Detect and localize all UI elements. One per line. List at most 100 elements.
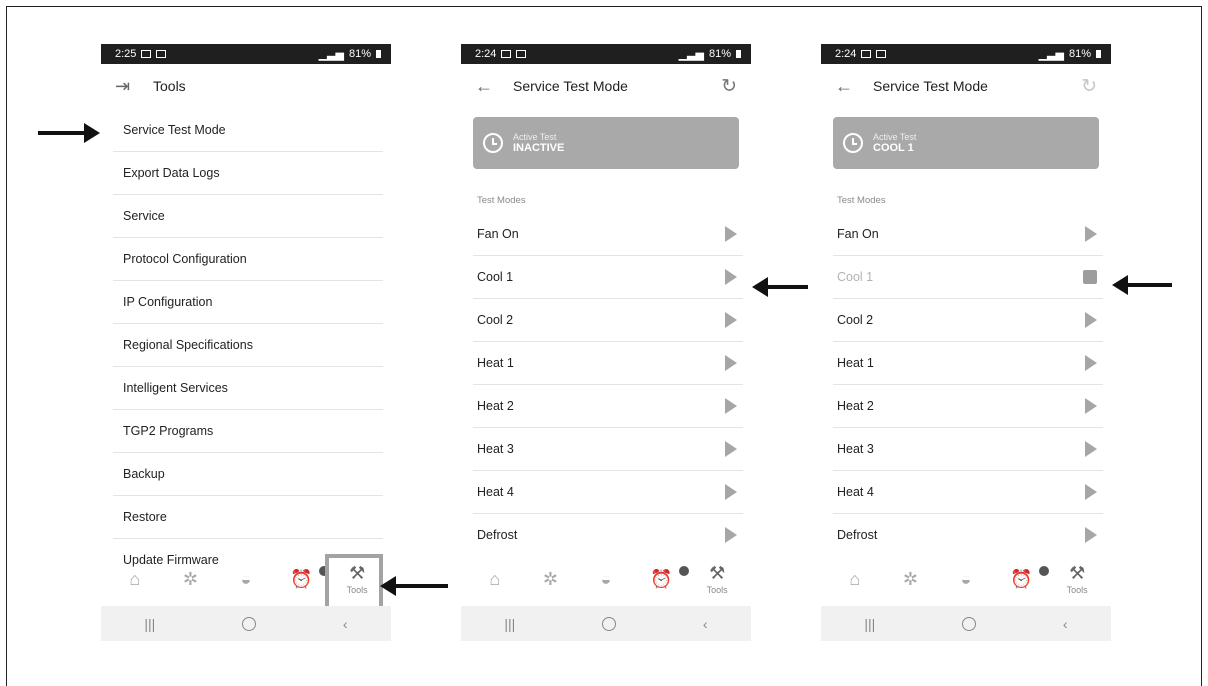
play-icon[interactable] xyxy=(1085,355,1097,371)
nav-tools[interactable]: ⚒ Tools xyxy=(697,563,737,595)
play-icon[interactable] xyxy=(725,269,737,285)
notification-icon xyxy=(861,50,872,58)
play-icon[interactable] xyxy=(1085,527,1097,543)
test-modes-list: Fan On Cool 1 Cool 2 Heat 1 Heat 2 Heat … xyxy=(461,213,751,556)
stop-icon[interactable] xyxy=(1083,270,1097,284)
refresh-icon[interactable]: ↻ xyxy=(721,75,737,98)
gauge-icon[interactable]: ◒ xyxy=(946,569,986,590)
home-button[interactable] xyxy=(962,616,977,631)
mode-label: Heat 3 xyxy=(477,442,514,456)
tools-icon: ⚒ xyxy=(709,563,726,583)
mode-label: Fan On xyxy=(477,227,519,241)
menu-item-restore[interactable]: Restore xyxy=(113,496,383,539)
back-button[interactable]: ‹ xyxy=(343,616,348,632)
play-icon[interactable] xyxy=(725,355,737,371)
menu-item-service-test-mode[interactable]: Service Test Mode xyxy=(113,109,383,152)
bottom-nav: ⌂ ✲ ◒ ⏰ ⚒ Tools xyxy=(461,554,751,604)
alarm-icon[interactable]: ⏰ xyxy=(1002,565,1049,590)
play-icon[interactable] xyxy=(725,312,737,328)
recents-button[interactable]: ||| xyxy=(504,616,515,632)
active-test-card: Active Test COOL 1 xyxy=(833,117,1099,169)
mode-label: Cool 1 xyxy=(837,270,874,284)
alarm-badge xyxy=(1038,565,1049,576)
mode-row-cool-1[interactable]: Cool 1 xyxy=(473,256,743,299)
active-test-card: Active Test INACTIVE xyxy=(473,117,739,169)
mode-row-heat-1[interactable]: Heat 1 xyxy=(473,342,743,385)
menu-item-backup[interactable]: Backup xyxy=(113,453,383,496)
gauge-icon[interactable]: ◒ xyxy=(226,569,266,590)
active-test-label: Active Test xyxy=(873,132,917,142)
menu-item-export-data-logs[interactable]: Export Data Logs xyxy=(113,152,383,195)
back-arrow-icon[interactable]: ← xyxy=(475,76,501,97)
battery-level: 81% xyxy=(708,48,731,60)
play-icon[interactable] xyxy=(725,484,737,500)
play-icon[interactable] xyxy=(1085,226,1097,242)
mode-label: Heat 3 xyxy=(837,442,874,456)
gauge-icon[interactable]: ◒ xyxy=(586,569,626,590)
menu-item-regional-specifications[interactable]: Regional Specifications xyxy=(113,324,383,367)
play-icon[interactable] xyxy=(1085,484,1097,500)
mode-row-fan-on[interactable]: Fan On xyxy=(833,213,1103,256)
home-button[interactable] xyxy=(602,616,617,631)
logout-icon[interactable]: ⇥ xyxy=(115,76,141,97)
menu-item-ip-configuration[interactable]: IP Configuration xyxy=(113,281,383,324)
mode-label: Defrost xyxy=(477,528,518,542)
mode-row-fan-on[interactable]: Fan On xyxy=(473,213,743,256)
alarm-icon[interactable]: ⏰ xyxy=(642,565,689,590)
menu-item-intelligent-services[interactable]: Intelligent Services xyxy=(113,367,383,410)
mode-row-defrost[interactable]: Defrost xyxy=(473,514,743,556)
recents-button[interactable]: ||| xyxy=(864,616,875,632)
back-button[interactable]: ‹ xyxy=(1063,616,1068,632)
home-icon[interactable]: ⌂ xyxy=(115,569,155,590)
mode-label: Heat 2 xyxy=(477,399,514,413)
play-icon[interactable] xyxy=(725,398,737,414)
home-icon[interactable]: ⌂ xyxy=(475,569,515,590)
play-icon[interactable] xyxy=(725,527,737,543)
mode-row-defrost[interactable]: Defrost xyxy=(833,514,1103,556)
notification-icon xyxy=(156,50,167,58)
mode-row-heat-4[interactable]: Heat 4 xyxy=(473,471,743,514)
status-bar: 2:25 ▁▃▅ 81% xyxy=(101,44,391,64)
menu-item-protocol-configuration[interactable]: Protocol Configuration xyxy=(113,238,383,281)
tools-menu: Service Test Mode Export Data Logs Servi… xyxy=(101,109,391,581)
menu-item-tgp2-programs[interactable]: TGP2 Programs xyxy=(113,410,383,453)
signal-icon: ▁▃▅ xyxy=(678,48,704,61)
back-arrow-icon[interactable]: ← xyxy=(835,76,861,97)
notification-icon xyxy=(141,50,152,58)
mode-row-heat-2[interactable]: Heat 2 xyxy=(833,385,1103,428)
mode-row-heat-3[interactable]: Heat 3 xyxy=(473,428,743,471)
system-nav-bar: ||| ‹ xyxy=(461,606,751,641)
system-nav-bar: ||| ‹ xyxy=(821,606,1111,641)
alarm-icon[interactable]: ⏰ xyxy=(282,565,329,590)
home-button[interactable] xyxy=(242,616,257,631)
play-icon[interactable] xyxy=(725,226,737,242)
status-time: 2:24 xyxy=(835,48,857,60)
notification-icon xyxy=(501,50,512,58)
bottom-nav: ⌂ ✲ ◒ ⏰ ⚒ Tools xyxy=(101,554,391,612)
nav-tools-label: Tools xyxy=(1066,585,1088,595)
back-button[interactable]: ‹ xyxy=(703,616,708,632)
mode-row-heat-1[interactable]: Heat 1 xyxy=(833,342,1103,385)
play-icon[interactable] xyxy=(1085,441,1097,457)
mode-row-cool-1[interactable]: Cool 1 xyxy=(833,256,1103,299)
refresh-icon[interactable]: ↻ xyxy=(1081,75,1097,98)
menu-item-service[interactable]: Service xyxy=(113,195,383,238)
play-icon[interactable] xyxy=(1085,398,1097,414)
home-icon[interactable]: ⌂ xyxy=(835,569,875,590)
mode-row-heat-4[interactable]: Heat 4 xyxy=(833,471,1103,514)
mode-label: Heat 4 xyxy=(837,485,874,499)
mode-row-heat-3[interactable]: Heat 3 xyxy=(833,428,1103,471)
mode-row-cool-2[interactable]: Cool 2 xyxy=(473,299,743,342)
gear-icon[interactable]: ✲ xyxy=(890,569,930,590)
mode-row-cool-2[interactable]: Cool 2 xyxy=(833,299,1103,342)
recents-button[interactable]: ||| xyxy=(144,616,155,632)
gear-icon[interactable]: ✲ xyxy=(170,569,210,590)
play-icon[interactable] xyxy=(1085,312,1097,328)
play-icon[interactable] xyxy=(725,441,737,457)
mode-row-heat-2[interactable]: Heat 2 xyxy=(473,385,743,428)
gear-icon[interactable]: ✲ xyxy=(530,569,570,590)
mode-label: Heat 1 xyxy=(477,356,514,370)
nav-tools[interactable]: ⚒ Tools xyxy=(1057,563,1097,595)
mode-label: Cool 2 xyxy=(477,313,514,327)
test-modes-list: Fan On Cool 1 Cool 2 Heat 1 Heat 2 Heat … xyxy=(821,213,1111,556)
